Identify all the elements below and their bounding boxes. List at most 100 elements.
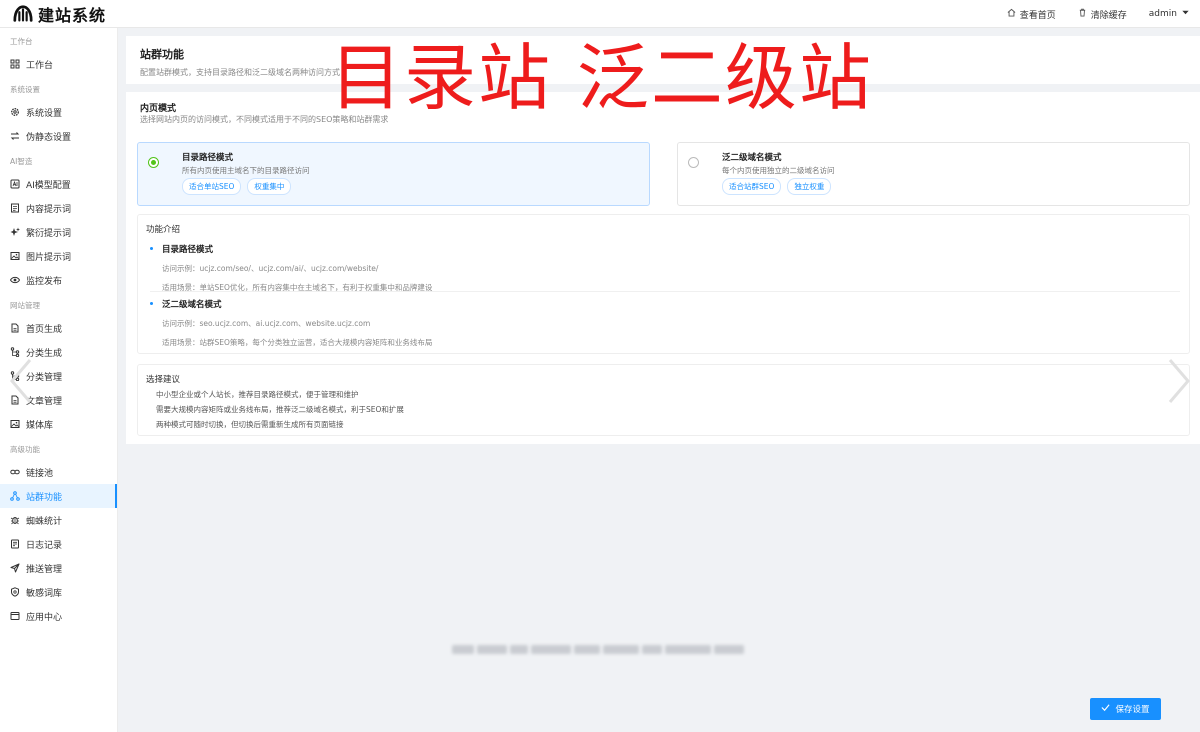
sidebar-item-media-library[interactable]: 媒体库 xyxy=(0,412,117,436)
sidebar-item-log-records[interactable]: 日志记录 xyxy=(0,532,117,556)
view-homepage-link[interactable]: 查看首页 xyxy=(1007,8,1056,21)
home-icon xyxy=(1007,8,1016,20)
sidebar-item-monitor-publish[interactable]: 监控发布 xyxy=(0,268,117,292)
image-icon xyxy=(10,251,20,261)
sidebar-item-label: 日志记录 xyxy=(26,540,63,551)
sidebar-group-label: 系统设置 xyxy=(10,85,40,94)
section-title: 内页模式 xyxy=(140,104,177,114)
file-icon xyxy=(10,323,20,333)
mode-desc: 每个内页使用独立的二级域名访问 xyxy=(722,166,835,175)
sidebar-item-label: 推送管理 xyxy=(26,564,63,575)
sidebar-item-rewrite-settings[interactable]: 伪静态设置 xyxy=(0,124,117,148)
link-icon xyxy=(10,467,20,477)
swap-icon xyxy=(10,131,20,141)
ai-icon xyxy=(10,179,20,189)
arrow-left-icon[interactable] xyxy=(6,356,36,406)
sidebar-item-label: 工作台 xyxy=(26,60,54,71)
sidebar-item-sensitive-words[interactable]: 敏感词库 xyxy=(0,580,117,604)
mode-tag: 独立权重 xyxy=(787,178,832,195)
document-icon xyxy=(10,203,20,213)
sidebar-group-label: 工作台 xyxy=(10,37,33,46)
grid-icon xyxy=(10,59,20,69)
logo[interactable]: 建站系统 xyxy=(0,0,106,28)
sidebar-item-label: 系统设置 xyxy=(26,108,63,119)
intro-item-example: 访问示例：ucjz.com/seo/、ucjz.com/ai/、ucjz.com… xyxy=(162,264,379,273)
mode-tag: 适合单站SEO xyxy=(182,178,242,195)
view-homepage-label: 查看首页 xyxy=(1019,10,1056,21)
user-name: admin xyxy=(1148,9,1177,19)
sidebar-group-label: AI智造 xyxy=(10,157,33,166)
mode-desc: 所有内页使用主域名下的目录路径访问 xyxy=(182,166,310,175)
advice-line: 两种模式可随时切换，但切换后需重新生成所有页面链接 xyxy=(156,420,344,429)
save-settings-button[interactable]: 保存设置 xyxy=(1090,698,1161,720)
send-icon xyxy=(10,563,20,573)
mode-name: 泛二级域名模式 xyxy=(722,153,782,163)
mode-option-subdomain[interactable]: 泛二级域名模式 每个内页使用独立的二级域名访问 适合站群SEO 独立权重 xyxy=(677,142,1190,206)
sidebar-item-system-settings[interactable]: 系统设置 xyxy=(0,100,117,124)
sidebar-item-label: 监控发布 xyxy=(26,276,63,287)
app-icon xyxy=(10,611,20,621)
user-menu[interactable]: admin xyxy=(1149,8,1190,20)
sidebar-item-label: 图片提示词 xyxy=(26,252,72,263)
advice-line: 中小型企业或个人站长，推荐目录路径模式，便于管理和维护 xyxy=(156,390,359,399)
shield-icon xyxy=(10,587,20,597)
advice-title: 选择建议 xyxy=(146,375,181,385)
mode-name: 目录路径模式 xyxy=(182,153,234,163)
sidebar-item-label: 应用中心 xyxy=(26,612,63,623)
intro-title: 功能介绍 xyxy=(146,225,181,235)
intro-item-directory: 目录路径模式 访问示例：ucjz.com/seo/、ucjz.com/ai/、u… xyxy=(150,243,1180,293)
intro-item-example: 访问示例：seo.ucjz.com、ai.ucjz.com、website.uc… xyxy=(162,319,371,328)
image-icon xyxy=(10,419,20,429)
sidebar-group-label: 高级功能 xyxy=(10,445,40,454)
sidebar-item-link-pool[interactable]: 链接池 xyxy=(0,460,117,484)
sidebar-item-content-prompts[interactable]: 内容提示词 xyxy=(0,196,117,220)
trash-icon xyxy=(1078,8,1087,20)
radio-unchecked[interactable] xyxy=(688,157,699,168)
sidebar-item-workbench[interactable]: 工作台 xyxy=(0,52,117,76)
intro-item-name: 泛二级域名模式 xyxy=(150,298,1180,310)
check-icon xyxy=(1101,703,1111,715)
sidebar-group-label: 网站管理 xyxy=(10,301,40,310)
sidebar-item-label: 繁衍提示词 xyxy=(26,228,72,239)
sidebar-item-derive-prompts[interactable]: 繁衍提示词 xyxy=(0,220,117,244)
sidebar-item-image-prompts[interactable]: 图片提示词 xyxy=(0,244,117,268)
divider xyxy=(150,291,1180,292)
gear-icon xyxy=(10,107,20,117)
radio-checked[interactable] xyxy=(148,157,159,168)
sidebar-item-label: 站群功能 xyxy=(26,492,63,503)
intro-item-subdomain: 泛二级域名模式 访问示例：seo.ucjz.com、ai.ucjz.com、we… xyxy=(150,298,1180,348)
mode-option-directory[interactable]: 目录路径模式 所有内页使用主域名下的目录路径访问 适合单站SEO 权重集中 xyxy=(137,142,650,206)
sidebar-item-spider-stats[interactable]: 蜘蛛统计 xyxy=(0,508,117,532)
sidebar-item-site-group[interactable]: 站群功能 xyxy=(0,484,117,508)
sidebar-item-label: 内容提示词 xyxy=(26,204,72,215)
log-icon xyxy=(10,539,20,549)
logo-icon xyxy=(12,4,34,24)
feature-intro-box: 功能介绍 目录路径模式 访问示例：ucjz.com/seo/、ucjz.com/… xyxy=(137,214,1190,354)
arrow-right-icon[interactable] xyxy=(1164,356,1194,406)
sidebar-item-push-manage[interactable]: 推送管理 xyxy=(0,556,117,580)
top-bar: 建站系统 查看首页 清除缓存 admin xyxy=(0,0,1200,28)
advice-line: 需要大规模内容矩阵或业务线布局，推荐泛二级域名模式，利于SEO和扩展 xyxy=(156,405,404,414)
sidebar-item-label: 蜘蛛统计 xyxy=(26,516,63,527)
blurred-footer xyxy=(452,641,750,657)
sparkle-icon xyxy=(10,227,20,237)
sidebar-item-ai-model[interactable]: AI模型配置 xyxy=(0,172,117,196)
clear-cache-button[interactable]: 清除缓存 xyxy=(1078,8,1127,21)
overlay-caption: 目录站 泛二级站 xyxy=(330,36,873,120)
sidebar-item-label: 链接池 xyxy=(26,468,54,479)
clear-cache-label: 清除缓存 xyxy=(1090,10,1127,21)
intro-item-name: 目录路径模式 xyxy=(150,243,1180,255)
sidebar-item-label: 媒体库 xyxy=(26,420,54,431)
network-icon xyxy=(10,491,20,501)
sidebar-item-label: 首页生成 xyxy=(26,324,63,335)
bug-icon xyxy=(10,515,20,525)
sidebar-item-app-center[interactable]: 应用中心 xyxy=(0,604,117,628)
sidebar-item-homepage-generate[interactable]: 首页生成 xyxy=(0,316,117,340)
logo-text: 建站系统 xyxy=(38,5,107,25)
eye-icon xyxy=(10,275,20,285)
intro-item-scene: 适用场景：站群SEO策略，每个分类独立运营，适合大规模内容矩阵和业务线布局 xyxy=(162,338,433,347)
save-button-label: 保存设置 xyxy=(1115,705,1150,715)
mode-tag: 适合站群SEO xyxy=(722,178,782,195)
sidebar-item-label: 伪静态设置 xyxy=(26,132,72,143)
mode-tag: 权重集中 xyxy=(247,178,292,195)
